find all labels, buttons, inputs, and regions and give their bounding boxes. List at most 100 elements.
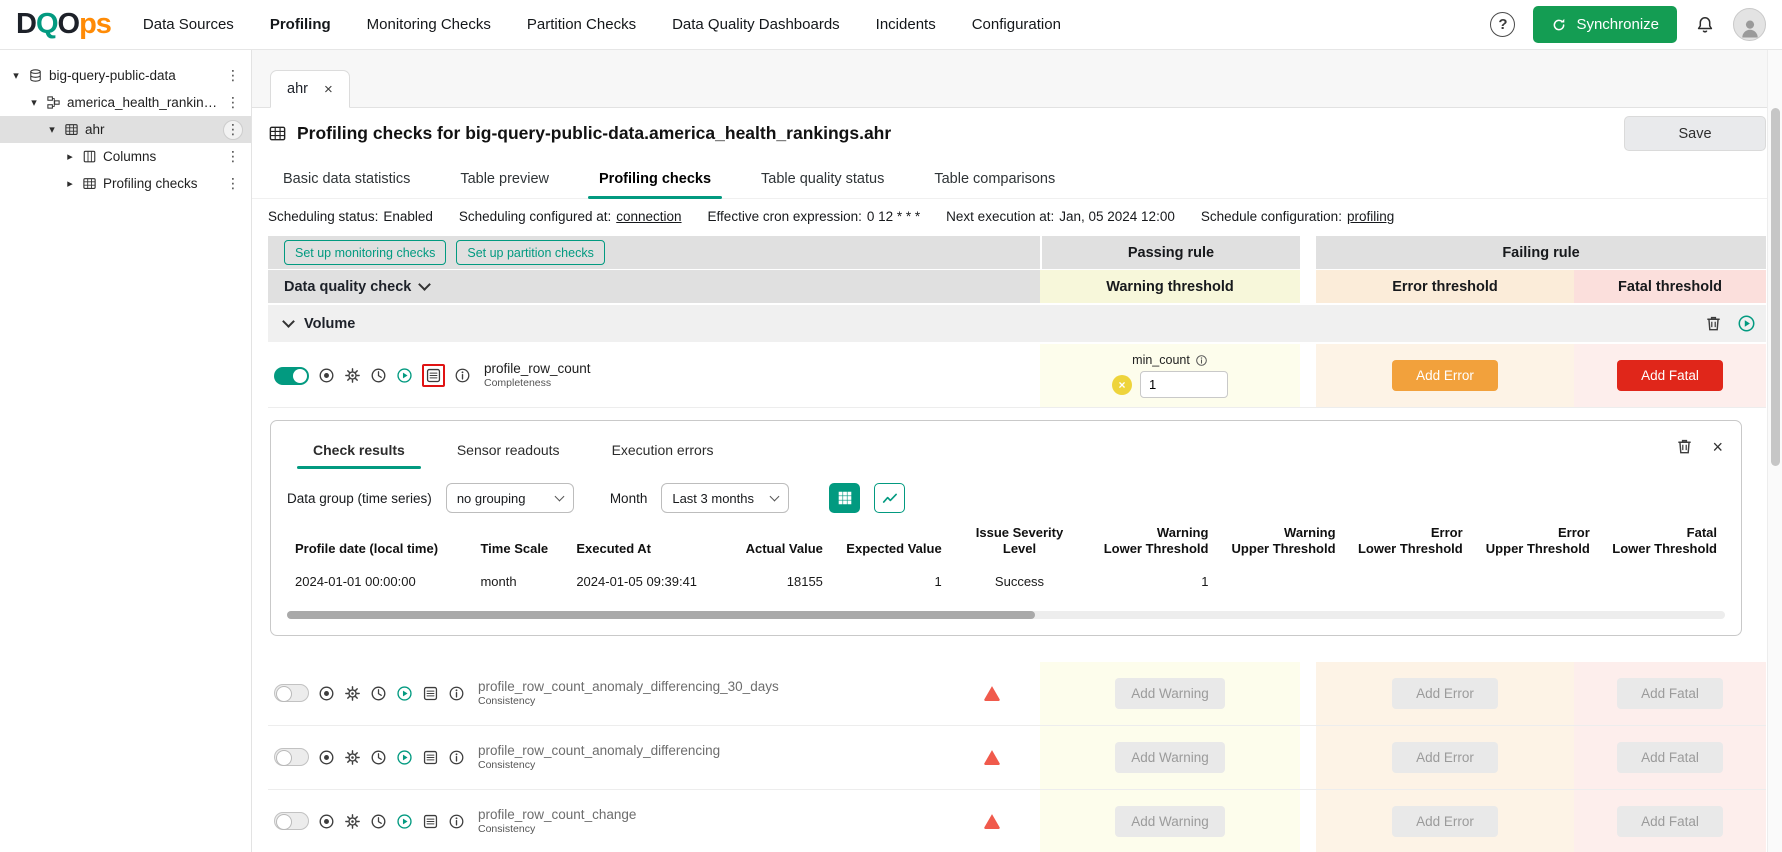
nav-item-data-sources[interactable]: Data Sources [141, 10, 236, 39]
tab-table-preview[interactable]: Table preview [435, 159, 574, 198]
run-section-checks-icon[interactable] [1737, 314, 1756, 333]
delete-section-results-icon[interactable] [1704, 314, 1723, 333]
scheduling-configured-link[interactable]: connection [616, 209, 681, 224]
tree-collapsed-icon[interactable]: ▸ [64, 177, 76, 190]
check-state-dot-icon[interactable] [318, 367, 335, 384]
nav-item-partition-checks[interactable]: Partition Checks [525, 10, 638, 39]
check-state-dot-icon[interactable] [318, 685, 335, 702]
data-quality-check-header[interactable]: Data quality check [268, 270, 1040, 303]
check-settings-gear-icon[interactable] [344, 367, 361, 384]
run-check-play-icon[interactable] [396, 749, 413, 766]
synchronize-button[interactable]: Synchronize [1533, 6, 1677, 43]
help-icon[interactable]: ? [1490, 12, 1516, 37]
setup-partition-checks-button[interactable]: Set up partition checks [456, 240, 605, 265]
close-tab-icon[interactable]: × [324, 81, 333, 98]
sidebar-item-table-ahr[interactable]: ▾ ahr ⋮ [0, 116, 251, 143]
check-results-list-icon[interactable] [422, 749, 439, 766]
nav-item-profiling[interactable]: Profiling [268, 10, 333, 39]
check-info-icon[interactable] [448, 685, 465, 702]
check-schedule-clock-icon[interactable] [370, 685, 387, 702]
vertical-scrollbar[interactable] [1767, 50, 1782, 852]
check-info-icon[interactable] [448, 749, 465, 766]
table-view-button[interactable] [829, 483, 861, 513]
data-group-select[interactable]: no grouping [445, 483, 574, 513]
add-error-button[interactable]: Add Error [1392, 360, 1498, 391]
check-results-list-icon[interactable] [422, 813, 439, 830]
tab-execution-errors[interactable]: Execution errors [586, 431, 740, 469]
kebab-menu-icon[interactable]: ⋮ [223, 119, 243, 140]
check-results-list-icon[interactable] [422, 685, 439, 702]
close-results-panel-icon[interactable]: × [1712, 438, 1723, 456]
tree-expanded-icon[interactable]: ▾ [28, 96, 40, 109]
check-enabled-toggle[interactable] [274, 748, 309, 766]
notifications-bell-icon[interactable] [1695, 15, 1715, 35]
kebab-menu-icon[interactable]: ⋮ [223, 174, 243, 194]
add-warning-button-disabled[interactable]: Add Warning [1115, 741, 1225, 773]
tree-expanded-icon[interactable]: ▾ [46, 123, 58, 136]
horizontal-scrollbar-thumb[interactable] [287, 610, 1035, 619]
rule-info-icon[interactable] [1195, 354, 1208, 367]
check-state-dot-icon[interactable] [318, 813, 335, 830]
add-error-button-disabled[interactable]: Add Error [1392, 741, 1498, 773]
kebab-menu-icon[interactable]: ⋮ [223, 93, 243, 113]
check-enabled-toggle[interactable] [274, 684, 309, 702]
nav-item-monitoring-checks[interactable]: Monitoring Checks [365, 10, 493, 39]
min-count-input[interactable] [1140, 371, 1228, 398]
user-avatar[interactable] [1733, 8, 1766, 41]
check-enabled-toggle[interactable] [274, 812, 309, 830]
check-enabled-toggle[interactable] [274, 366, 309, 385]
check-info-icon[interactable] [448, 813, 465, 830]
tab-profiling-checks[interactable]: Profiling checks [574, 159, 736, 199]
run-check-play-icon[interactable] [396, 813, 413, 830]
volume-section-header[interactable]: Volume [268, 305, 1766, 344]
nav-item-data-quality-dashboards[interactable]: Data Quality Dashboards [670, 10, 842, 39]
horizontal-scrollbar[interactable] [287, 610, 1725, 619]
chart-view-button[interactable] [874, 483, 906, 513]
sidebar-item-schema[interactable]: ▾ america_health_rankings ⋮ [0, 89, 251, 116]
month-select[interactable]: Last 3 months [661, 483, 790, 513]
check-results-list-icon[interactable] [422, 364, 445, 387]
add-warning-button-disabled[interactable]: Add Warning [1115, 677, 1225, 709]
setup-monitoring-checks-button[interactable]: Set up monitoring checks [284, 240, 447, 265]
tab-basic-data-statistics[interactable]: Basic data statistics [258, 159, 435, 198]
tab-table-quality-status[interactable]: Table quality status [736, 159, 909, 198]
schedule-configuration-link[interactable]: profiling [1347, 209, 1394, 224]
save-button[interactable]: Save [1624, 116, 1766, 151]
add-fatal-button-disabled[interactable]: Add Fatal [1617, 741, 1723, 773]
check-schedule-clock-icon[interactable] [370, 367, 387, 384]
tab-check-results[interactable]: Check results [287, 431, 431, 469]
add-warning-button-disabled[interactable]: Add Warning [1115, 805, 1225, 837]
tree-collapsed-icon[interactable]: ▸ [64, 150, 76, 163]
kebab-menu-icon[interactable]: ⋮ [223, 66, 243, 86]
vertical-scrollbar-thumb[interactable] [1771, 108, 1780, 466]
add-error-button-disabled[interactable]: Add Error [1392, 677, 1498, 709]
sidebar-item-profiling-checks[interactable]: ▸ Profiling checks ⋮ [0, 170, 251, 197]
sidebar-item-columns[interactable]: ▸ Columns ⋮ [0, 143, 251, 170]
tab-sensor-readouts[interactable]: Sensor readouts [431, 431, 586, 469]
check-settings-gear-icon[interactable] [344, 685, 361, 702]
add-error-button-disabled[interactable]: Add Error [1392, 805, 1498, 837]
sidebar-item-connection[interactable]: ▾ big-query-public-data ⋮ [0, 62, 251, 89]
delete-results-trash-icon[interactable] [1675, 437, 1694, 456]
check-settings-gear-icon[interactable] [344, 749, 361, 766]
add-fatal-button-disabled[interactable]: Add Fatal [1617, 805, 1723, 837]
doc-tab-ahr[interactable]: ahr × [270, 70, 350, 108]
check-schedule-clock-icon[interactable] [370, 813, 387, 830]
column-gap [1300, 236, 1316, 269]
run-check-play-icon[interactable] [396, 367, 413, 384]
tab-table-comparisons[interactable]: Table comparisons [909, 159, 1080, 198]
tree-expanded-icon[interactable]: ▾ [10, 69, 22, 82]
nav-item-incidents[interactable]: Incidents [874, 10, 938, 39]
check-schedule-clock-icon[interactable] [370, 749, 387, 766]
add-fatal-button[interactable]: Add Fatal [1617, 360, 1723, 391]
nav-item-configuration[interactable]: Configuration [970, 10, 1063, 39]
kebab-menu-icon[interactable]: ⋮ [223, 147, 243, 167]
check-settings-gear-icon[interactable] [344, 813, 361, 830]
run-check-play-icon[interactable] [396, 685, 413, 702]
check-state-dot-icon[interactable] [318, 749, 335, 766]
anomaly-warning-triangle-icon [982, 747, 1002, 767]
add-fatal-button-disabled[interactable]: Add Fatal [1617, 677, 1723, 709]
dqops-logo[interactable]: D Q Ops [16, 8, 112, 41]
check-info-icon[interactable] [454, 367, 471, 384]
remove-warning-rule-icon[interactable]: × [1112, 374, 1132, 395]
